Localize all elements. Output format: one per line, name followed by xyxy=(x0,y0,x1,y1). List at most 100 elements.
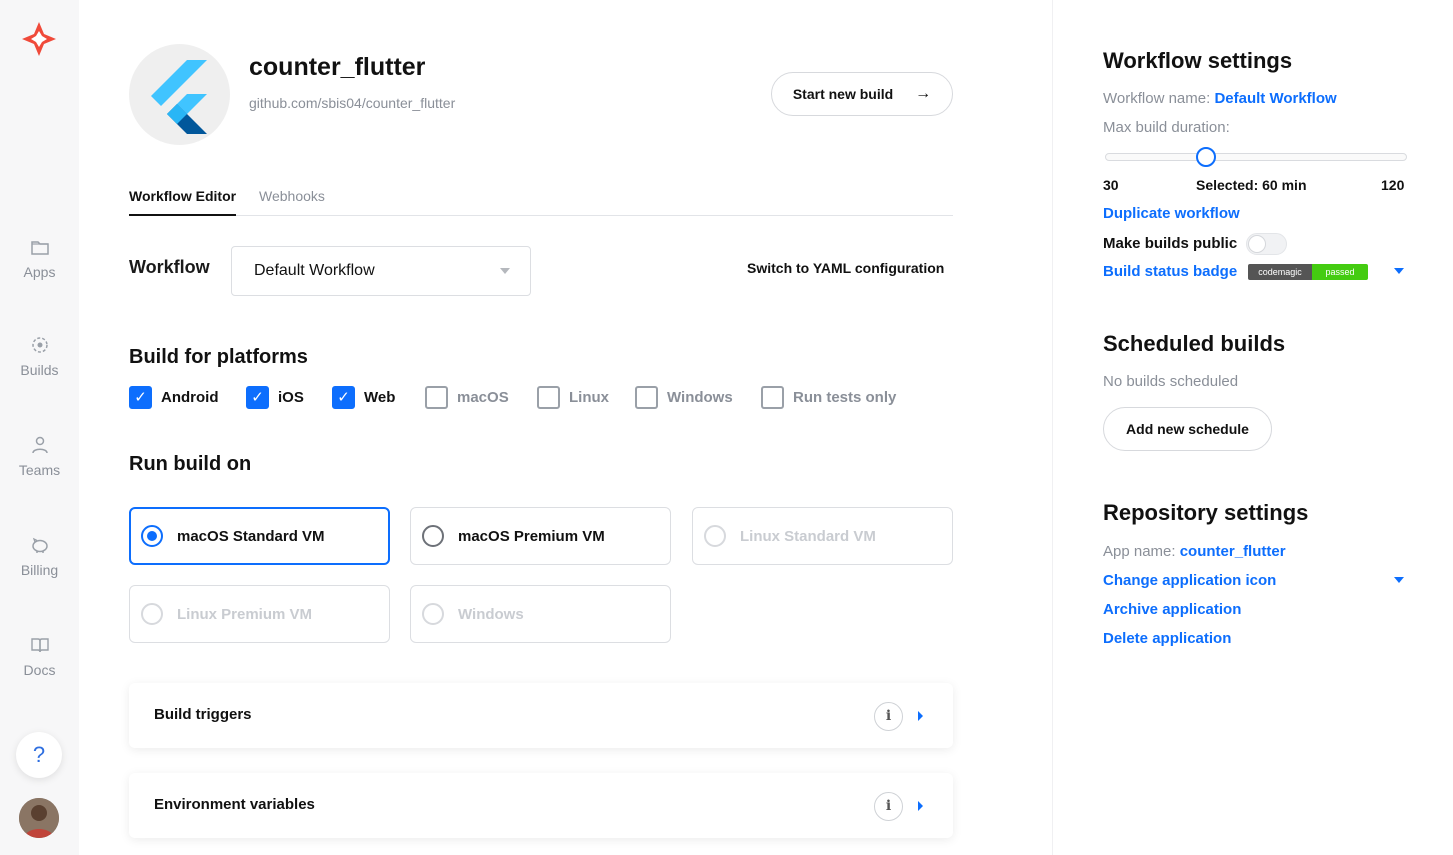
start-new-build-label: Start new build xyxy=(792,86,894,102)
nav-item-docs[interactable]: Docs xyxy=(0,634,79,678)
radio-icon xyxy=(141,603,163,625)
slider-handle[interactable] xyxy=(1195,147,1216,167)
nav-item-label: Billing xyxy=(20,562,59,578)
slider-max-label: 120 xyxy=(1381,177,1405,193)
checkbox-linux[interactable]: Linux xyxy=(537,385,609,409)
run-build-on-heading: Run build on xyxy=(129,453,252,475)
checkbox-windows[interactable]: Windows xyxy=(635,385,733,409)
build-duration-slider[interactable] xyxy=(1105,153,1407,161)
section-build-triggers[interactable]: Build triggers i xyxy=(129,683,953,748)
start-new-build-button[interactable]: Start new build → xyxy=(771,72,953,116)
chevron-right-icon xyxy=(918,711,923,721)
app-name-value[interactable]: counter_flutter xyxy=(1180,543,1286,560)
nav-item-label: Builds xyxy=(20,362,59,378)
checkbox-label: Windows xyxy=(667,388,733,406)
vm-option-label: Windows xyxy=(458,605,524,623)
nav-item-apps[interactable]: Apps xyxy=(0,236,79,280)
checkbox-macos[interactable]: macOS xyxy=(425,385,509,409)
add-new-schedule-button[interactable]: Add new schedule xyxy=(1103,407,1272,451)
checkbox-label: Run tests only xyxy=(793,388,897,406)
app-name-row: App name: counter_flutter xyxy=(1103,543,1286,560)
vm-option-label: macOS Standard VM xyxy=(177,527,325,545)
piggy-bank-icon xyxy=(31,537,48,553)
switch-to-yaml-link[interactable]: Switch to YAML configuration xyxy=(747,260,944,276)
chevron-right-icon xyxy=(918,801,923,811)
app-title: counter_flutter xyxy=(249,53,426,81)
tab-workflow-editor[interactable]: Workflow Editor xyxy=(129,188,237,216)
checkbox-label: Linux xyxy=(569,388,609,406)
delete-application-link[interactable]: Delete application xyxy=(1103,630,1231,647)
nav-item-label: Apps xyxy=(23,264,56,280)
tab-bar: Workflow Editor Webhooks xyxy=(129,186,953,216)
settings-panel: Workflow settings Workflow name: Default… xyxy=(1053,0,1453,855)
checkmark-icon: ✓ xyxy=(246,385,269,409)
status-badge: codemagic passed xyxy=(1248,264,1368,280)
chevron-down-icon[interactable] xyxy=(1394,577,1404,583)
make-builds-public-toggle[interactable] xyxy=(1246,233,1287,255)
make-builds-public-label: Make builds public xyxy=(1103,235,1238,252)
slider-min-label: 30 xyxy=(1103,177,1119,193)
workflow-name-label: Workflow name: xyxy=(1103,90,1211,107)
vm-option-linux-standard: Linux Standard VM xyxy=(692,507,953,565)
max-build-duration-label: Max build duration: xyxy=(1103,119,1230,136)
radio-icon xyxy=(422,603,444,625)
build-status-badge-link[interactable]: Build status badge xyxy=(1103,263,1237,280)
person-icon xyxy=(31,436,48,454)
repository-link[interactable]: github.com/sbis04/counter_flutter xyxy=(249,95,455,111)
checkbox-box xyxy=(635,385,658,409)
vm-option-label: Linux Standard VM xyxy=(740,527,876,545)
chevron-down-icon[interactable] xyxy=(1394,268,1404,274)
nav-item-label: Teams xyxy=(18,462,61,478)
info-icon[interactable]: i xyxy=(874,792,903,821)
section-environment-variables[interactable]: Environment variables i xyxy=(129,773,953,838)
section-title: Build triggers xyxy=(154,706,252,723)
app-icon xyxy=(129,44,230,145)
scheduled-builds-heading: Scheduled builds xyxy=(1103,331,1286,356)
checkbox-label: macOS xyxy=(457,388,509,406)
workflow-select[interactable]: Default Workflow xyxy=(231,246,531,296)
change-application-icon-link[interactable]: Change application icon xyxy=(1103,572,1276,589)
book-icon xyxy=(30,638,49,653)
left-nav: Apps Builds Teams Billing Docs ? xyxy=(0,0,79,855)
info-icon[interactable]: i xyxy=(874,702,903,731)
checkbox-web[interactable]: ✓ Web xyxy=(332,385,395,409)
nav-item-teams[interactable]: Teams xyxy=(0,434,79,478)
vm-option-linux-premium: Linux Premium VM xyxy=(129,585,390,643)
arrow-right-icon: → xyxy=(915,85,932,102)
codemagic-logo-icon[interactable] xyxy=(20,20,58,58)
checkbox-android[interactable]: ✓ Android xyxy=(129,385,219,409)
checkbox-box xyxy=(761,385,784,409)
user-photo-icon xyxy=(19,798,59,838)
repository-settings-heading: Repository settings xyxy=(1103,500,1309,525)
radio-icon xyxy=(704,525,726,547)
checkbox-box xyxy=(537,385,560,409)
nav-item-label: Docs xyxy=(23,662,56,678)
workflow-settings-heading: Workflow settings xyxy=(1103,48,1293,73)
flutter-logo-icon xyxy=(151,60,207,134)
vm-option-macos-standard[interactable]: macOS Standard VM xyxy=(129,507,390,565)
badge-status: passed xyxy=(1312,264,1368,280)
app-name-label: App name: xyxy=(1103,543,1176,560)
help-button[interactable]: ? xyxy=(16,732,62,778)
nav-item-builds[interactable]: Builds xyxy=(0,334,79,378)
avatar[interactable] xyxy=(19,798,59,838)
workflow-name-row: Workflow name: Default Workflow xyxy=(1103,90,1337,107)
builds-icon xyxy=(31,337,48,353)
duplicate-workflow-link[interactable]: Duplicate workflow xyxy=(1103,205,1240,222)
vm-option-windows: Windows xyxy=(410,585,671,643)
platforms-heading: Build for platforms xyxy=(129,346,308,368)
vm-option-label: Linux Premium VM xyxy=(177,605,313,623)
checkbox-box xyxy=(425,385,448,409)
workflow-name-value[interactable]: Default Workflow xyxy=(1214,90,1336,107)
checkbox-ios[interactable]: ✓ iOS xyxy=(246,385,304,409)
vm-option-macos-premium[interactable]: macOS Premium VM xyxy=(410,507,671,565)
tab-webhooks[interactable]: Webhooks xyxy=(259,188,325,204)
archive-application-link[interactable]: Archive application xyxy=(1103,601,1241,618)
nav-item-billing[interactable]: Billing xyxy=(0,534,79,578)
checkbox-label: Web xyxy=(364,388,396,406)
workflow-select-value: Default Workflow xyxy=(254,262,375,279)
radio-icon xyxy=(422,525,444,547)
checkbox-label: Android xyxy=(161,388,219,406)
folder-icon xyxy=(30,241,49,255)
checkbox-run-tests-only[interactable]: Run tests only xyxy=(761,385,896,409)
